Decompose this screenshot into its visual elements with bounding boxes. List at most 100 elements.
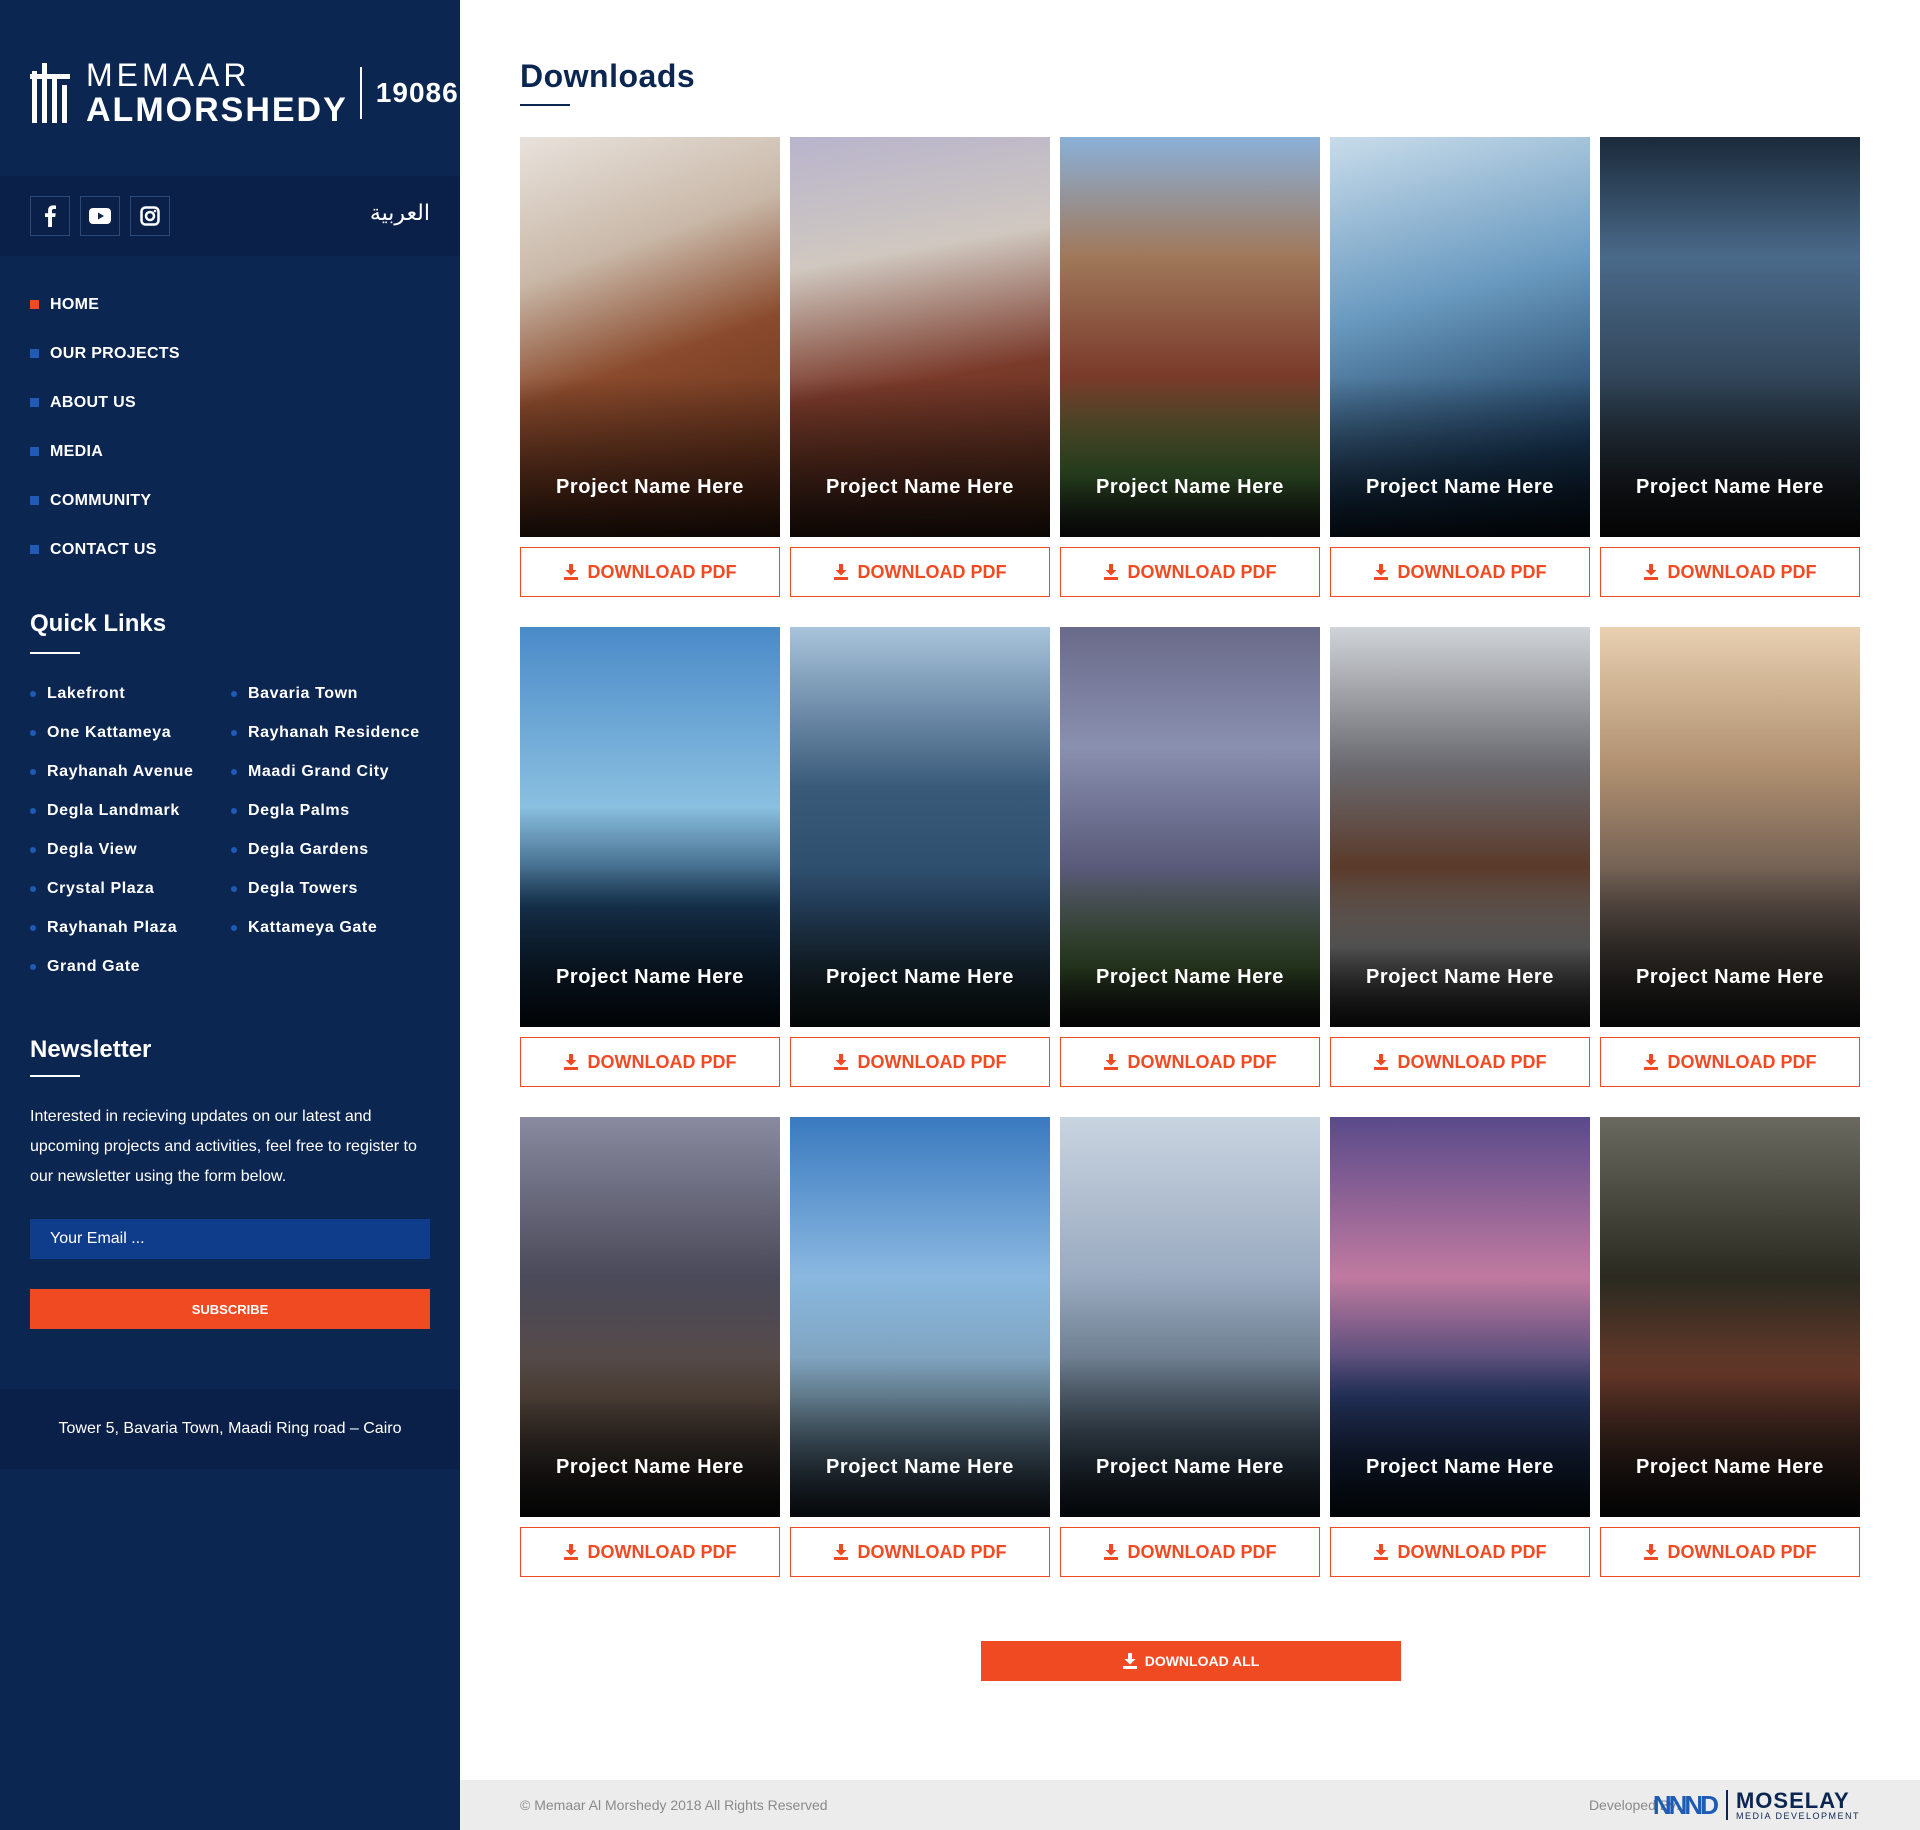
project-image[interactable]: Project Name Here: [520, 627, 780, 1027]
project-image[interactable]: Project Name Here: [790, 627, 1050, 1027]
dot-icon: [231, 690, 237, 697]
dot-icon: [231, 885, 237, 892]
title-underline: [520, 104, 570, 106]
download-all-button[interactable]: DOWNLOAD ALL: [981, 1641, 1401, 1681]
download-pdf-button[interactable]: DOWNLOAD PDF: [520, 547, 780, 597]
project-image[interactable]: Project Name Here: [1600, 627, 1860, 1027]
project-name: Project Name Here: [1635, 966, 1825, 988]
project-name: Project Name Here: [825, 476, 1015, 498]
developer-mark-icon: NNND: [1652, 1789, 1719, 1820]
download-pdf-button[interactable]: DOWNLOAD PDF: [790, 547, 1050, 597]
download-pdf-button[interactable]: DOWNLOAD PDF: [1060, 1037, 1320, 1087]
nav-item-contact-us[interactable]: CONTACT US: [30, 525, 180, 574]
social-bar: العربية: [0, 176, 460, 256]
newsletter-underline: [30, 1075, 80, 1077]
download-pdf-label: DOWNLOAD PDF: [1127, 1051, 1277, 1072]
project-name: Project Name Here: [825, 1456, 1015, 1478]
project-name: Project Name Here: [555, 476, 745, 498]
instagram-button[interactable]: [130, 196, 170, 236]
facebook-icon: [45, 205, 56, 227]
project-image[interactable]: Project Name Here: [520, 1117, 780, 1517]
brand-logo[interactable]: MEMAAR ALMORSHEDY 19086: [30, 55, 459, 130]
quick-link-item[interactable]: Grand Gate: [30, 947, 194, 986]
download-pdf-label: DOWNLOAD PDF: [1667, 1051, 1817, 1072]
copyright-text: © Memaar Al Morshedy 2018 All Rights Res…: [520, 1797, 828, 1813]
project-image[interactable]: Project Name Here: [790, 1117, 1050, 1517]
nav-item-media[interactable]: MEDIA: [30, 427, 180, 476]
project-name: Project Name Here: [1365, 966, 1555, 988]
subscribe-button[interactable]: SUBSCRIBE: [30, 1289, 430, 1329]
download-icon: [1643, 1054, 1658, 1070]
download-pdf-button[interactable]: DOWNLOAD PDF: [1600, 1527, 1860, 1577]
developer-subtitle: MEDIA DEVELOPMENT: [1735, 1810, 1860, 1821]
download-icon: [563, 1544, 578, 1560]
project-image[interactable]: Project Name Here: [1330, 137, 1590, 537]
nav-item-label: OUR PROJECTS: [50, 344, 180, 362]
nav-bullet-icon: [30, 447, 39, 456]
developer-name: MOSELAY: [1735, 1787, 1850, 1813]
project-image[interactable]: Project Name Here: [1060, 627, 1320, 1027]
language-switch-link[interactable]: العربية: [370, 200, 430, 226]
download-pdf-button[interactable]: DOWNLOAD PDF: [1060, 1527, 1320, 1577]
project-card: Project Name Here DOWNLOAD PDF: [1600, 1117, 1860, 1577]
dot-icon: [30, 690, 36, 697]
download-pdf-button[interactable]: DOWNLOAD PDF: [1060, 547, 1320, 597]
quick-link-item[interactable]: Degla Palms: [231, 791, 420, 830]
quick-link-item[interactable]: Lakefront: [30, 674, 194, 713]
download-icon: [1103, 1544, 1118, 1560]
nav-item-community[interactable]: COMMUNITY: [30, 476, 180, 525]
quick-link-item[interactable]: Degla Towers: [231, 869, 420, 908]
dot-icon: [30, 924, 36, 931]
download-icon: [1122, 1653, 1137, 1669]
quick-link-item[interactable]: Kattameya Gate: [231, 908, 420, 947]
download-pdf-button[interactable]: DOWNLOAD PDF: [1600, 547, 1860, 597]
project-name: Project Name Here: [555, 1456, 745, 1478]
quick-link-item[interactable]: Degla Landmark: [30, 791, 194, 830]
quick-link-item[interactable]: Maadi Grand City: [231, 752, 420, 791]
download-pdf-button[interactable]: DOWNLOAD PDF: [790, 1527, 1050, 1577]
quick-links-col1: Lakefront One Kattameya Rayhanah Avenue …: [30, 674, 194, 986]
dot-icon: [30, 963, 36, 970]
project-card: Project Name Here DOWNLOAD PDF: [790, 627, 1050, 1087]
youtube-button[interactable]: [80, 196, 120, 236]
download-pdf-button[interactable]: DOWNLOAD PDF: [520, 1527, 780, 1577]
download-pdf-button[interactable]: DOWNLOAD PDF: [520, 1037, 780, 1087]
instagram-icon: [140, 206, 160, 226]
project-image[interactable]: Project Name Here: [520, 137, 780, 537]
project-card: Project Name Here DOWNLOAD PDF: [520, 627, 780, 1087]
nav-item-label: HOME: [50, 295, 100, 313]
nav-item-about-us[interactable]: ABOUT US: [30, 378, 180, 427]
quick-link-item[interactable]: Degla View: [30, 830, 194, 869]
download-pdf-label: DOWNLOAD PDF: [1397, 1051, 1547, 1072]
newsletter-email-input[interactable]: [30, 1219, 430, 1259]
download-pdf-button[interactable]: DOWNLOAD PDF: [1330, 1037, 1590, 1087]
download-icon: [1373, 1544, 1388, 1560]
download-pdf-label: DOWNLOAD PDF: [857, 561, 1007, 582]
quick-link-item[interactable]: Rayhanah Residence: [231, 713, 420, 752]
developer-logo[interactable]: NNND MOSELAY MEDIA DEVELOPMENT: [1653, 1789, 1860, 1821]
address-text: Tower 5, Bavaria Town, Maadi Ring road –…: [58, 1420, 402, 1437]
quick-link-item[interactable]: Rayhanah Avenue: [30, 752, 194, 791]
dot-icon: [30, 846, 36, 853]
project-image[interactable]: Project Name Here: [1600, 1117, 1860, 1517]
download-pdf-button[interactable]: DOWNLOAD PDF: [790, 1037, 1050, 1087]
project-image[interactable]: Project Name Here: [1060, 137, 1320, 537]
download-pdf-button[interactable]: DOWNLOAD PDF: [1330, 547, 1590, 597]
nav-item-home[interactable]: HOME: [30, 280, 180, 329]
quick-link-item[interactable]: Rayhanah Plaza: [30, 908, 194, 947]
project-name: Project Name Here: [1095, 1456, 1285, 1478]
download-pdf-button[interactable]: DOWNLOAD PDF: [1330, 1527, 1590, 1577]
project-image[interactable]: Project Name Here: [1600, 137, 1860, 537]
project-image[interactable]: Project Name Here: [790, 137, 1050, 537]
download-pdf-button[interactable]: DOWNLOAD PDF: [1600, 1037, 1860, 1087]
quick-link-item[interactable]: Bavaria Town: [231, 674, 420, 713]
quick-link-item[interactable]: One Kattameya: [30, 713, 194, 752]
project-image[interactable]: Project Name Here: [1330, 627, 1590, 1027]
quick-link-item[interactable]: Crystal Plaza: [30, 869, 194, 908]
project-image[interactable]: Project Name Here: [1330, 1117, 1590, 1517]
nav-item-our-projects[interactable]: OUR PROJECTS: [30, 329, 180, 378]
download-icon: [833, 564, 848, 580]
project-image[interactable]: Project Name Here: [1060, 1117, 1320, 1517]
facebook-button[interactable]: [30, 196, 70, 236]
quick-link-item[interactable]: Degla Gardens: [231, 830, 420, 869]
